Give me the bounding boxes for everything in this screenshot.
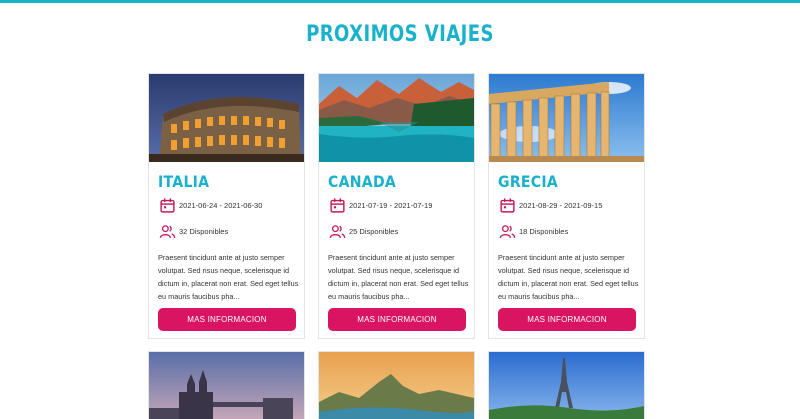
trip-image-parthenon[interactable]: [489, 74, 644, 162]
users-icon: [499, 223, 516, 240]
trip-dates-row: 2021-08-29 - 2021-09-15: [499, 197, 602, 214]
trip-description: Praesent tincidunt ante at justo semper …: [328, 253, 469, 301]
trip-card-grecia: GRECIA 2021-08-29 - 2021-09-15 18 Dispon…: [488, 73, 645, 339]
page-title: PROXIMOS VIAJES: [306, 22, 494, 47]
eiffel-tower-image: [489, 352, 644, 419]
trip-description: Praesent tincidunt ante at justo semper …: [498, 253, 639, 301]
trip-name: ITALIA: [158, 172, 210, 191]
users-icon: [159, 223, 176, 240]
trip-card-tower-bridge[interactable]: [148, 351, 305, 419]
top-accent-bar: [0, 0, 800, 3]
trip-dates-row: 2021-06-24 - 2021-06-30: [159, 197, 262, 214]
calendar-icon: [159, 197, 176, 214]
trip-card-italia: ITALIA 2021-06-24 - 2021-06-30 32 Dispon…: [148, 73, 305, 339]
rio-coast-image: [319, 352, 474, 419]
trip-availability: 25 Disponibles: [349, 227, 399, 236]
trip-availability-row: 32 Disponibles: [159, 223, 228, 240]
calendar-icon: [499, 197, 516, 214]
trip-image-colosseum[interactable]: [149, 74, 304, 162]
trip-availability-row: 18 Disponibles: [499, 223, 568, 240]
trip-availability: 32 Disponibles: [179, 227, 229, 236]
parthenon-image: [489, 74, 644, 162]
trip-name: GRECIA: [498, 172, 559, 191]
trip-description: Praesent tincidunt ante at justo semper …: [158, 253, 299, 301]
trip-dates-row: 2021-07-19 - 2021-07-19: [329, 197, 432, 214]
trip-card-rio-coast[interactable]: [318, 351, 475, 419]
tower-bridge-image: [149, 352, 304, 419]
trip-availability: 18 Disponibles: [519, 227, 569, 236]
colosseum-image: [149, 74, 304, 162]
trip-dates: 2021-07-19 - 2021-07-19: [349, 201, 433, 210]
trip-availability-row: 25 Disponibles: [329, 223, 398, 240]
more-info-button[interactable]: MAS INFORMACION: [328, 308, 466, 331]
trip-card-canada: CANADA 2021-07-19 - 2021-07-19 25 Dispon…: [318, 73, 475, 339]
trip-image-mountain-lake[interactable]: [319, 74, 474, 162]
trip-dates: 2021-06-24 - 2021-06-30: [179, 201, 263, 210]
users-icon: [329, 223, 346, 240]
more-info-button[interactable]: MAS INFORMACION: [158, 308, 296, 331]
more-info-button[interactable]: MAS INFORMACION: [498, 308, 636, 331]
trip-name: CANADA: [328, 172, 397, 191]
trip-card-eiffel-tower[interactable]: [488, 351, 645, 419]
mountain-lake-image: [319, 74, 474, 162]
trip-dates: 2021-08-29 - 2021-09-15: [519, 201, 603, 210]
calendar-icon: [329, 197, 346, 214]
